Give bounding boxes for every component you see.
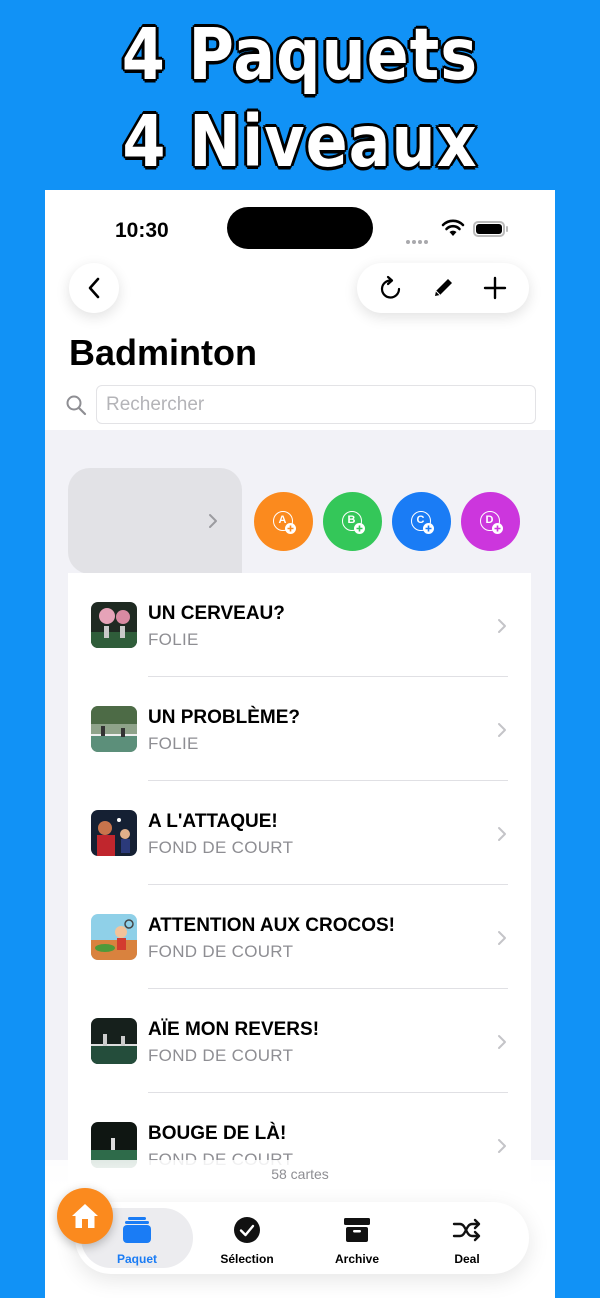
item-category: FOND DE COURT <box>148 1046 294 1065</box>
edit-button[interactable] <box>423 268 463 308</box>
level-c-icon: C <box>410 510 434 534</box>
list-item[interactable]: AÏE MON REVERS! FOND DE COURT <box>68 989 531 1093</box>
pencil-icon <box>435 279 452 296</box>
archive-box-icon <box>342 1215 372 1245</box>
tab-label: Archive <box>334 1252 380 1266</box>
deck-summary-card[interactable] <box>68 468 242 574</box>
tab-archive[interactable]: Archive <box>302 1202 412 1274</box>
checkmark-circle-icon <box>232 1215 262 1245</box>
tab-label: Deal <box>454 1252 480 1266</box>
level-b-icon: B <box>341 510 365 534</box>
card-count: 58 cartes <box>271 1166 329 1182</box>
back-button[interactable] <box>69 263 119 313</box>
deck-list: UN CERVEAU? FOLIE UN PROBLÈME? FOLIE A L… <box>68 573 531 1203</box>
toolbar <box>357 263 529 313</box>
phone-screen: 10:30 Badminton Rechercher A B C D UN CE… <box>45 190 555 1298</box>
home-button[interactable] <box>57 1188 113 1244</box>
item-category: FOLIE <box>148 630 199 649</box>
battery-icon <box>473 221 505 237</box>
item-title: UN CERVEAU? <box>148 603 285 624</box>
add-button[interactable] <box>475 268 515 308</box>
item-category: FOND DE COURT <box>148 838 294 857</box>
plus-icon <box>483 276 507 300</box>
level-a-icon: A <box>272 510 296 534</box>
page-title: Badminton <box>69 332 257 373</box>
chevron-right-icon <box>498 1035 506 1049</box>
search-input[interactable] <box>96 385 536 424</box>
level-d-icon: D <box>479 510 503 534</box>
card-thumbnail <box>91 810 137 856</box>
stack-icon <box>122 1215 152 1245</box>
item-title: A L'ATTAQUE! <box>148 811 278 832</box>
chevron-right-icon <box>209 514 217 528</box>
item-category: FOND DE COURT <box>148 942 294 961</box>
item-title: ATTENTION AUX CROCOS! <box>148 915 395 936</box>
list-item[interactable]: A L'ATTAQUE! FOND DE COURT <box>68 781 531 885</box>
tab-deal[interactable]: Deal <box>412 1202 522 1274</box>
list-item[interactable]: ATTENTION AUX CROCOS! FOND DE COURT <box>68 885 531 989</box>
refresh-icon <box>380 275 401 299</box>
level-a-button[interactable]: A <box>254 492 313 551</box>
tab-bar: Paquet Sélection Archive Deal <box>75 1202 529 1274</box>
tab-label: Sélection <box>220 1252 274 1266</box>
chevron-right-icon <box>498 1139 506 1153</box>
level-d-button[interactable]: D <box>461 492 520 551</box>
item-title: AÏE MON REVERS! <box>148 1019 320 1040</box>
search-icon <box>66 395 87 416</box>
level-b-button[interactable]: B <box>323 492 382 551</box>
wifi-icon <box>441 219 465 236</box>
status-time: 10:30 <box>115 219 169 242</box>
item-title: BOUGE DE LÀ! <box>148 1123 287 1144</box>
banner-line-1: 4 Paquets <box>120 11 479 98</box>
list-item[interactable]: UN PROBLÈME? FOLIE <box>68 677 531 781</box>
chevron-right-icon <box>498 827 506 841</box>
chevron-right-icon <box>498 723 506 737</box>
item-category: FOLIE <box>148 734 199 753</box>
item-title: UN PROBLÈME? <box>148 707 300 728</box>
tab-selection[interactable]: Sélection <box>192 1202 302 1274</box>
level-c-button[interactable]: C <box>392 492 451 551</box>
home-icon <box>72 1204 98 1228</box>
chevron-right-icon <box>498 619 506 633</box>
card-thumbnail <box>91 602 137 648</box>
list-item[interactable]: UN CERVEAU? FOLIE <box>68 573 531 677</box>
chevron-right-icon <box>498 931 506 945</box>
shuffle-icon <box>452 1215 482 1245</box>
card-thumbnail <box>91 914 137 960</box>
refresh-button[interactable] <box>371 268 411 308</box>
card-thumbnail <box>91 706 137 752</box>
promo-banner: 4 Paquets 4 Niveaux <box>0 0 600 190</box>
card-thumbnail <box>91 1018 137 1064</box>
banner-line-2: 4 Niveaux <box>121 98 478 185</box>
dynamic-island <box>227 207 373 249</box>
signal-icon <box>406 231 432 244</box>
tab-label: Paquet <box>116 1252 157 1266</box>
chevron-left-icon <box>88 277 100 299</box>
